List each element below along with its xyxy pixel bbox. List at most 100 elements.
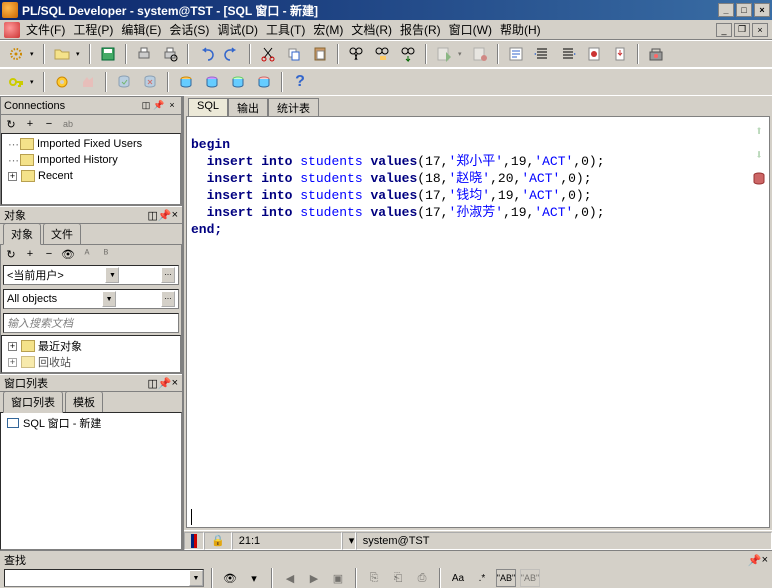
search-input[interactable]: ▼ xyxy=(4,569,204,587)
replace-icon[interactable] xyxy=(370,43,394,65)
minimize-button[interactable]: _ xyxy=(718,3,734,17)
print-preview-icon[interactable] xyxy=(158,43,182,65)
mark-icon[interactable]: ▣ xyxy=(328,569,348,587)
mdi-close-button[interactable]: × xyxy=(752,23,768,37)
remove-icon[interactable]: − xyxy=(41,116,57,132)
redo-icon[interactable] xyxy=(220,43,244,65)
key-dropdown[interactable]: ▾ xyxy=(30,78,38,86)
menu-help[interactable]: 帮助(H) xyxy=(500,21,541,38)
db-gutter-icon[interactable] xyxy=(751,171,767,187)
menu-debug[interactable]: 调试(D) xyxy=(217,21,258,38)
db1-icon[interactable] xyxy=(174,71,198,93)
find-dropdown[interactable]: ▾ xyxy=(244,569,264,587)
user-combo[interactable]: <当前用户>▼⋯ xyxy=(3,265,179,285)
commit-icon[interactable] xyxy=(582,43,606,65)
undo-icon[interactable] xyxy=(194,43,218,65)
objects-combo[interactable]: All objects▼⋯ xyxy=(3,289,179,309)
gear-icon[interactable] xyxy=(50,71,74,93)
paste-icon[interactable] xyxy=(308,43,332,65)
tab-output[interactable]: 输出 xyxy=(228,98,268,116)
whole-word-icon[interactable]: "AB" xyxy=(496,569,516,587)
panel-close-icon[interactable]: × xyxy=(172,377,178,389)
panel-pin-icon[interactable]: 📌 xyxy=(748,554,762,567)
filter-b-icon[interactable]: ᴮ xyxy=(98,246,114,262)
tab-objects[interactable]: 对象 xyxy=(3,223,41,245)
lock-icon[interactable]: 🔒 xyxy=(204,532,232,550)
tab-sql[interactable]: SQL xyxy=(188,98,228,116)
close-button[interactable]: × xyxy=(754,3,770,17)
expand-icon[interactable]: + xyxy=(8,358,17,367)
panel-pin-icon[interactable]: ◫ xyxy=(147,377,157,390)
add-icon[interactable]: + xyxy=(22,246,38,262)
panel-close-icon[interactable]: × xyxy=(166,100,178,112)
menu-tools[interactable]: 工具(T) xyxy=(266,21,305,38)
open-icon[interactable] xyxy=(50,43,74,65)
execute-icon[interactable] xyxy=(432,43,456,65)
find-icon[interactable] xyxy=(344,43,368,65)
refresh-icon[interactable]: ↻ xyxy=(3,116,19,132)
winlist-item[interactable]: SQL 窗口 - 新建 xyxy=(23,415,101,431)
panel-pin2-icon[interactable]: 📌 xyxy=(158,209,172,222)
save-icon[interactable] xyxy=(96,43,120,65)
open-dropdown[interactable]: ▾ xyxy=(76,50,84,58)
opt2-icon[interactable]: ⎗ xyxy=(388,569,408,587)
ellipsis-icon[interactable]: ⋯ xyxy=(161,267,175,283)
panel-close-icon[interactable]: × xyxy=(172,209,178,221)
panel-pin-icon[interactable]: ◫ xyxy=(147,209,157,222)
chevron-down-icon[interactable]: ▼ xyxy=(102,291,116,307)
ellipsis-icon[interactable]: ⋯ xyxy=(161,291,175,307)
menu-macro[interactable]: 宏(M) xyxy=(313,21,343,38)
panel-close-icon[interactable]: × xyxy=(762,554,768,566)
scroll-up-icon[interactable]: ⬆ xyxy=(751,123,767,139)
tree-item[interactable]: 回收站 xyxy=(38,354,71,370)
panel-pin2-icon[interactable]: 📌 xyxy=(153,100,165,112)
menu-session[interactable]: 会话(S) xyxy=(169,21,209,38)
new-icon[interactable] xyxy=(4,43,28,65)
explain-plan-icon[interactable] xyxy=(504,43,528,65)
cut-icon[interactable] xyxy=(256,43,280,65)
maximize-button[interactable]: □ xyxy=(736,3,752,17)
db2-icon[interactable] xyxy=(200,71,224,93)
add-icon[interactable]: + xyxy=(22,116,38,132)
menu-docs[interactable]: 文档(R) xyxy=(351,21,392,38)
whole-word2-icon[interactable]: "AB" xyxy=(520,569,540,587)
panel-pin-icon[interactable]: ◫ xyxy=(140,100,152,112)
menu-project[interactable]: 工程(P) xyxy=(73,21,113,38)
connections-tree[interactable]: ⋯Imported Fixed Users ⋯Imported History … xyxy=(1,133,181,205)
tab-template[interactable]: 模板 xyxy=(65,391,103,412)
copy-icon[interactable] xyxy=(282,43,306,65)
scroll-down-icon[interactable]: ⬇ xyxy=(751,147,767,163)
tree-item[interactable]: Recent xyxy=(38,170,73,182)
export-icon[interactable] xyxy=(608,43,632,65)
find-next-icon[interactable] xyxy=(396,43,420,65)
tree-item[interactable]: 最近对象 xyxy=(38,338,82,354)
indent-right-icon[interactable] xyxy=(556,43,580,65)
sql-editor[interactable]: begin insert into students values(17,'郑小… xyxy=(186,116,770,528)
print-icon[interactable] xyxy=(132,43,156,65)
execute-dropdown[interactable]: ▾ xyxy=(458,50,466,58)
new-dropdown[interactable]: ▾ xyxy=(30,50,38,58)
tree-item[interactable]: Imported History xyxy=(37,154,118,166)
tree-item[interactable]: Imported Fixed Users xyxy=(37,138,142,150)
beautifier-icon[interactable] xyxy=(644,43,668,65)
remove-icon[interactable]: − xyxy=(41,246,57,262)
stop-icon[interactable] xyxy=(468,43,492,65)
rename-icon[interactable]: ab xyxy=(60,116,76,132)
mdi-minimize-button[interactable]: _ xyxy=(716,23,732,37)
tab-files[interactable]: 文件 xyxy=(43,223,81,244)
filter-find-icon[interactable]: 👁 xyxy=(60,246,76,262)
regex-icon[interactable]: .* xyxy=(472,569,492,587)
menu-report[interactable]: 报告(R) xyxy=(400,21,441,38)
menu-window[interactable]: 窗口(W) xyxy=(449,21,492,38)
filter-a-icon[interactable]: ᴬ xyxy=(79,246,95,262)
tab-winlist[interactable]: 窗口列表 xyxy=(3,391,63,413)
tab-stats[interactable]: 统计表 xyxy=(268,98,319,116)
db4-icon[interactable] xyxy=(252,71,276,93)
mdi-restore-button[interactable]: ❐ xyxy=(734,23,750,37)
db3-icon[interactable] xyxy=(226,71,250,93)
chevron-down-icon[interactable]: ▼ xyxy=(189,570,203,586)
menu-edit[interactable]: 编辑(E) xyxy=(121,21,161,38)
indent-left-icon[interactable] xyxy=(530,43,554,65)
opt1-icon[interactable]: ⎘ xyxy=(364,569,384,587)
search-objects-input[interactable]: 输入搜索文档 xyxy=(3,313,179,333)
